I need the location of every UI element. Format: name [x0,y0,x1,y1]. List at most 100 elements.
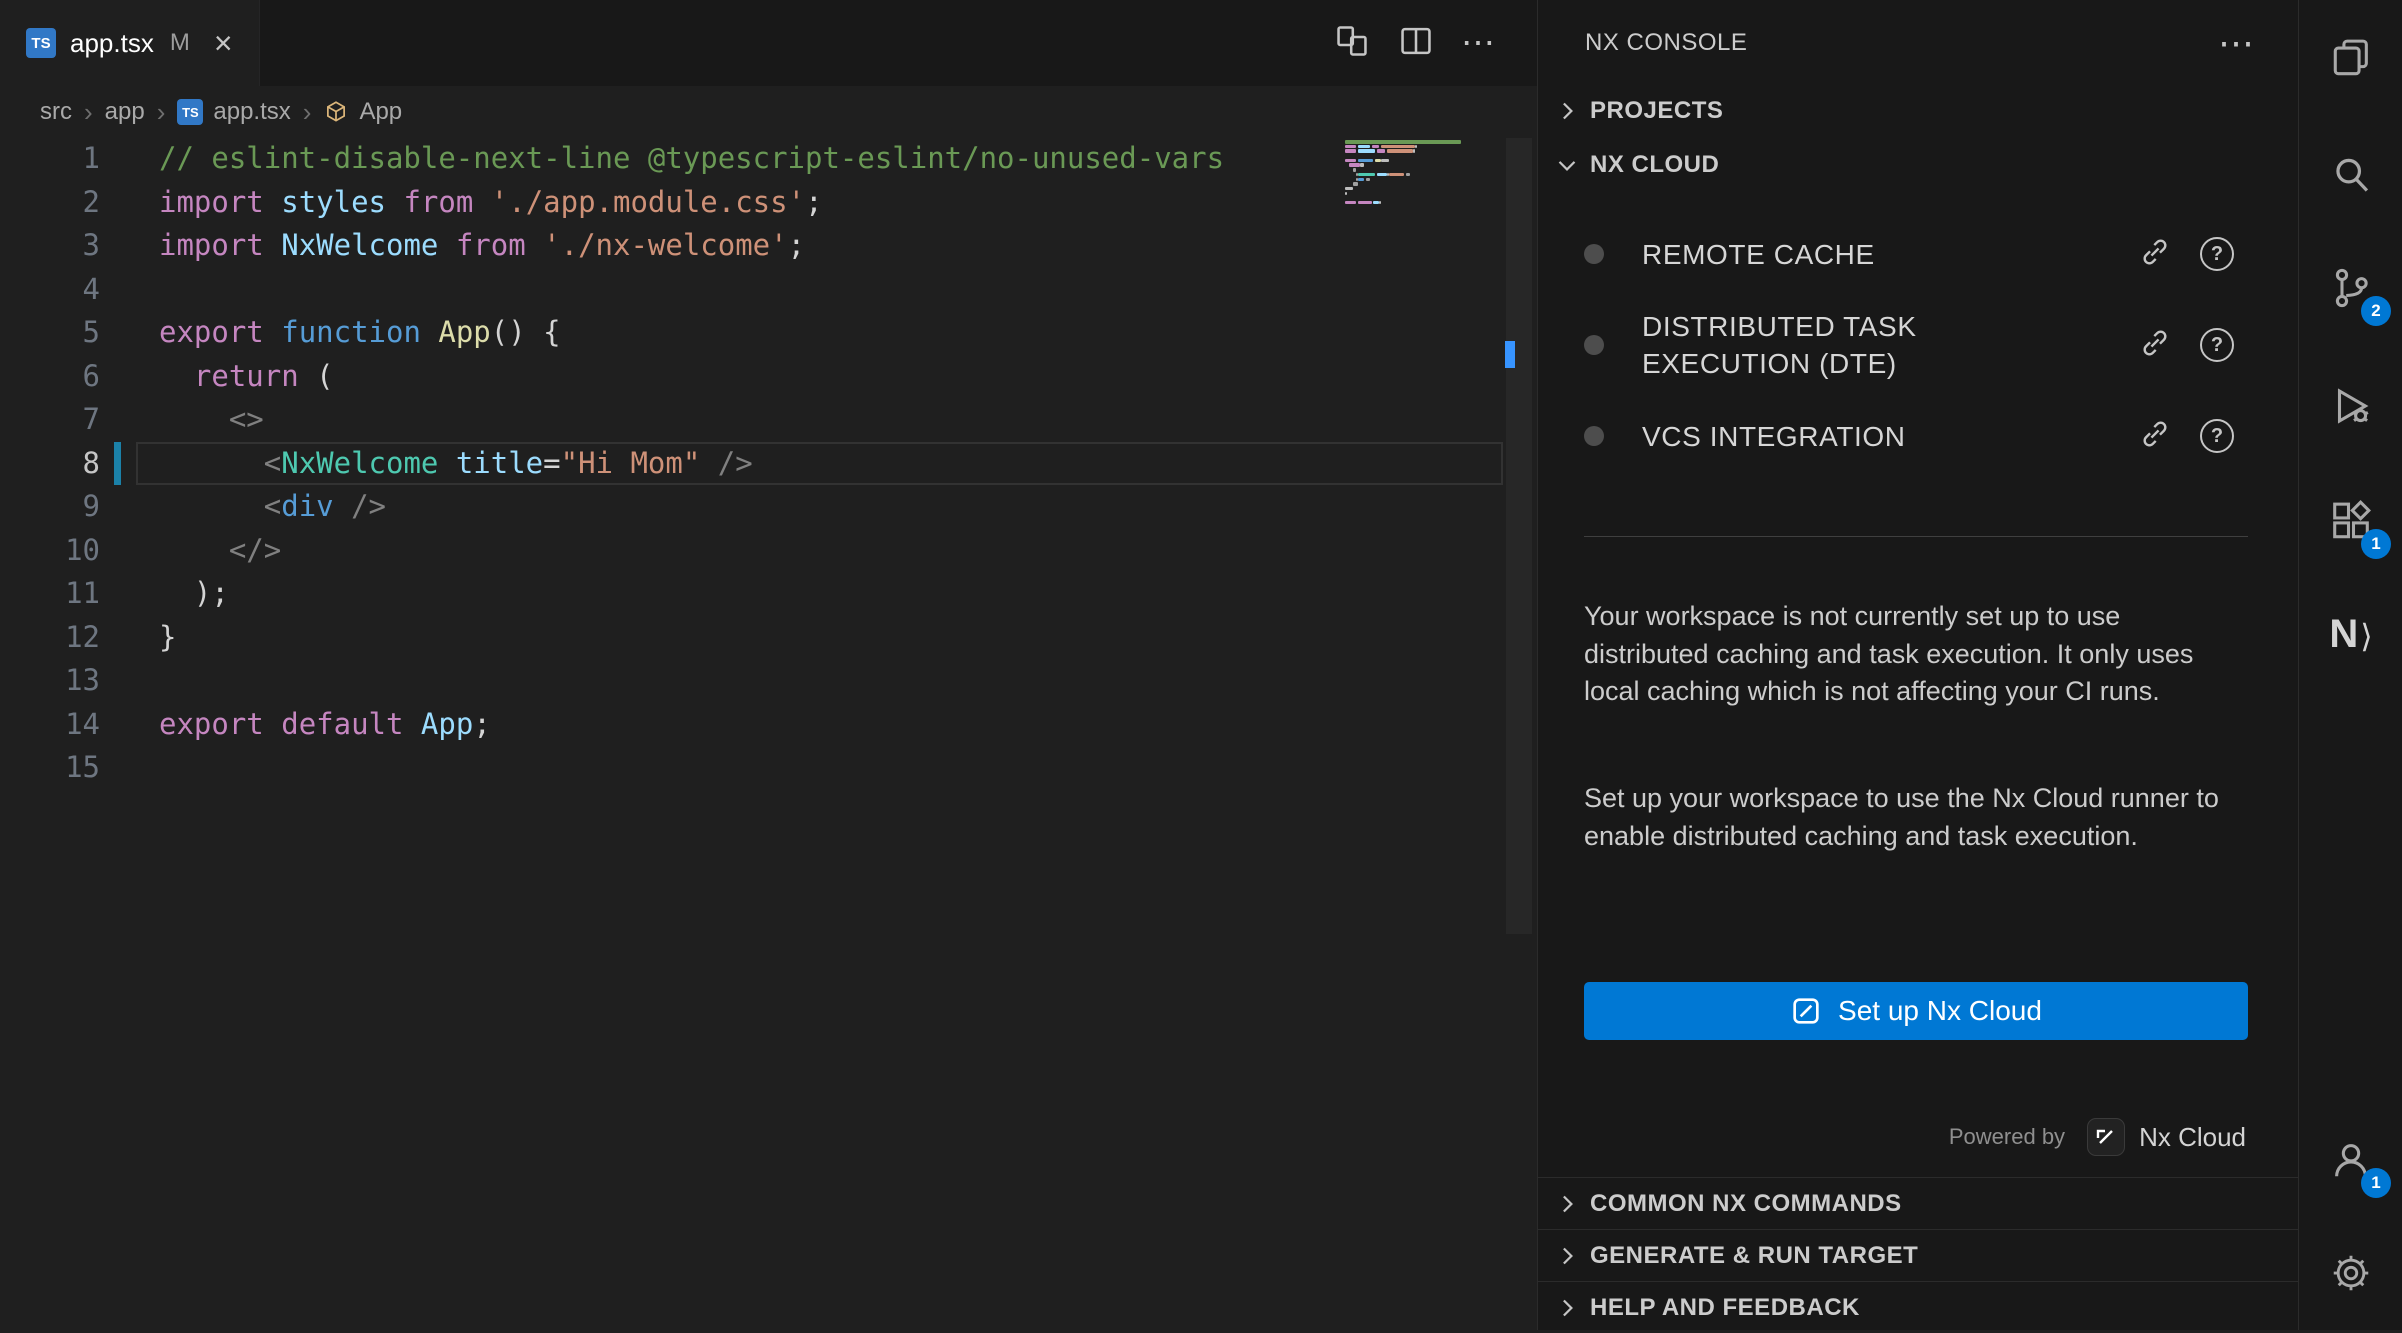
help-icon[interactable]: ? [2200,419,2234,453]
code-text: ); [121,576,229,610]
breadcrumb-src[interactable]: src [40,98,72,126]
run-debug-icon[interactable] [2315,370,2387,442]
code-line-11[interactable]: 11 ); [0,572,1537,616]
breadcrumb-symbol-app[interactable]: App [323,98,402,126]
activity-bar: 2 1 N ⟩ 1 [2298,0,2402,1330]
section-common-nx-commands[interactable]: COMMON NX COMMANDS [1538,1177,2298,1229]
extensions-icon[interactable]: 1 [2315,485,2387,557]
code-line-1[interactable]: 1 // eslint-disable-next-line @typescript… [0,137,1537,181]
status-dot [1584,244,1604,264]
nx-cloud-webview: REMOTE CACHE ? DISTRIBUTED TASK EXECUTIO… [1538,198,2298,1177]
open-changes-icon[interactable] [1333,22,1371,65]
split-editor-icon[interactable] [1397,22,1435,65]
cloud-item-label: VCS INTEGRATION [1642,418,1906,455]
code-text: import styles from './app.module.css'; [121,185,823,219]
code-text: return ( [121,359,334,393]
section-nx-cloud[interactable]: NX CLOUD [1538,138,2298,192]
line-number: 2 [0,181,100,225]
search-icon[interactable] [2315,139,2387,211]
chevron-right-icon: › [84,99,93,125]
section-projects-label: PROJECTS [1590,97,1723,125]
code-text [121,272,159,306]
connect-icon[interactable] [2138,326,2172,365]
nx-logo: N ⟩ [2329,612,2372,657]
code-line-10[interactable]: 10 </> [0,529,1537,573]
gutter-spacer [114,311,121,355]
cloud-item-actions: ? [2138,417,2234,456]
accounts-icon[interactable]: 1 [2315,1124,2387,1196]
tab-app-tsx[interactable]: TS app.tsx M × [0,0,260,86]
line-number: 15 [0,746,100,790]
gutter-spacer [114,137,121,181]
minimap[interactable] [1345,140,1503,210]
gutter-spacer [114,224,121,268]
source-control-icon[interactable]: 2 [2315,252,2387,324]
connect-icon[interactable] [2138,235,2172,274]
code-line-5[interactable]: 5export function App() { [0,311,1537,355]
code-text: // eslint-disable-next-line @typescript-… [121,141,1224,175]
code-text: export function App() { [121,315,561,349]
section-label: HELP AND FEEDBACK [1590,1294,1860,1322]
gutter-spacer [114,572,121,616]
typescript-file-icon: TS [26,28,56,58]
workspace-status-text: Your workspace is not currently set up t… [1584,598,2232,711]
breadcrumb-symbol-label: App [359,98,402,126]
more-actions-icon[interactable]: ⋯ [2218,25,2254,61]
more-actions-icon[interactable]: ⋯ [1461,23,1495,63]
tab-bar: TS app.tsx M × ⋯ [0,0,1537,86]
cloud-item-dte: DISTRIBUTED TASK EXECUTION (DTE) ? [1584,294,2234,396]
code-line-14[interactable]: 14export default App; [0,703,1537,747]
settings-gear-icon[interactable] [2315,1237,2387,1309]
code-text: </> [121,533,281,567]
chevron-right-icon [1552,1189,1582,1219]
code-text: <div /> [121,489,386,523]
code-line-2[interactable]: 2 import styles from './app.module.css'; [0,181,1537,225]
code-line-13[interactable]: 13 [0,659,1537,703]
explorer-icon[interactable] [2315,22,2387,94]
code-line-9[interactable]: 9 <div /> [0,485,1537,529]
git-modified-gutter [114,442,121,486]
nx-logo-bracket: ⟩ [2360,617,2372,655]
chevron-down-icon [1552,150,1582,180]
gutter-spacer [114,616,121,660]
line-number: 1 [0,137,100,181]
gutter-spacer [114,703,121,747]
code-line-4[interactable]: 4 [0,268,1537,312]
code-lines: 1 // eslint-disable-next-line @typescript… [0,137,1537,790]
section-projects[interactable]: PROJECTS [1538,84,2298,138]
code-line-6[interactable]: 6 return ( [0,355,1537,399]
breadcrumb: src › app › TS app.tsx › App [0,86,1537,138]
gutter-spacer [114,746,121,790]
help-icon[interactable]: ? [2200,328,2234,362]
code-line-7[interactable]: 7 <> [0,398,1537,442]
line-number: 9 [0,485,100,529]
section-label: COMMON NX COMMANDS [1590,1190,1902,1218]
cloud-item-label: REMOTE CACHE [1642,236,1875,273]
line-number: 4 [0,268,100,312]
nx-cloud-brand-label: Nx Cloud [2139,1122,2246,1153]
close-icon[interactable]: × [214,27,233,59]
code-line-8[interactable]: 8 <NxWelcome title="Hi Mom" /> [0,442,1537,486]
setup-nx-cloud-button[interactable]: Set up Nx Cloud [1584,982,2248,1040]
section-generate-run-target[interactable]: GENERATE & RUN TARGET [1538,1229,2298,1281]
nx-console-icon[interactable]: N ⟩ [2315,598,2387,670]
editor-scrollbar[interactable] [1506,138,1532,934]
panel-title: NX CONSOLE [1585,29,1747,57]
line-number: 10 [0,529,100,573]
code-line-12[interactable]: 12} [0,616,1537,660]
code-text: <NxWelcome title="Hi Mom" /> [121,446,753,480]
nx-console-panel: NX CONSOLE ⋯ PROJECTS NX CLOUD REMOTE CA… [1537,0,2298,1330]
minimap-content [1345,140,1503,210]
chevron-right-icon [1552,1293,1582,1323]
breadcrumb-app[interactable]: app [105,98,145,126]
breadcrumb-file[interactable]: TS app.tsx [177,98,290,126]
line-number: 6 [0,355,100,399]
line-number: 14 [0,703,100,747]
code-line-15[interactable]: 15 [0,746,1537,790]
code-line-3[interactable]: 3import NxWelcome from './nx-welcome'; [0,224,1537,268]
status-dot [1584,335,1604,355]
help-icon[interactable]: ? [2200,237,2234,271]
cloud-item-label: DISTRIBUTED TASK EXECUTION (DTE) [1642,308,2042,382]
connect-icon[interactable] [2138,417,2172,456]
section-help-and-feedback[interactable]: HELP AND FEEDBACK [1538,1281,2298,1333]
